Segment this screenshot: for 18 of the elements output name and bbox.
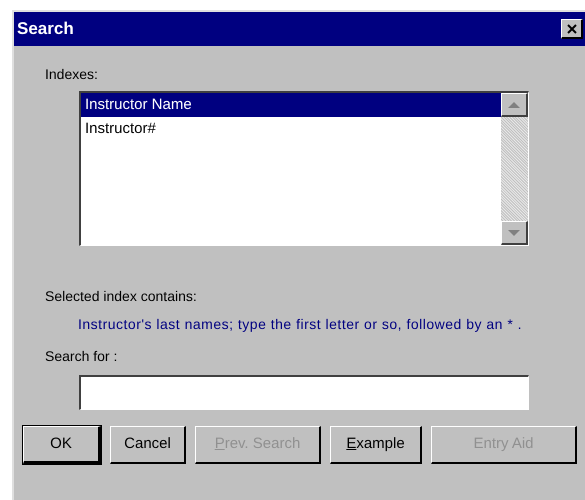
list-item[interactable]: Instructor# bbox=[81, 117, 501, 141]
scroll-up-button[interactable] bbox=[501, 93, 528, 117]
scroll-down-button[interactable] bbox=[501, 221, 528, 245]
close-icon bbox=[566, 24, 576, 34]
search-label: Search for : bbox=[45, 347, 118, 366]
down-arrow-icon bbox=[508, 230, 520, 236]
scrollbar[interactable] bbox=[501, 93, 528, 245]
list-item[interactable]: Instructor Name bbox=[81, 93, 501, 117]
description-label: Selected index contains: bbox=[45, 287, 198, 306]
description-text: Instructor's last names; type the first letter or so, followed by an * . bbox=[78, 315, 524, 334]
dialog-button[interactable]: Cancel bbox=[110, 426, 186, 464]
up-arrow-icon bbox=[508, 102, 520, 108]
dialog-button[interactable]: Example bbox=[330, 426, 422, 464]
indexes-label: Indexes: bbox=[45, 65, 99, 84]
window-title: Search bbox=[17, 18, 74, 40]
dialog-button[interactable]: OK bbox=[23, 426, 101, 464]
close-button[interactable] bbox=[561, 19, 583, 39]
search-field[interactable] bbox=[79, 375, 529, 410]
